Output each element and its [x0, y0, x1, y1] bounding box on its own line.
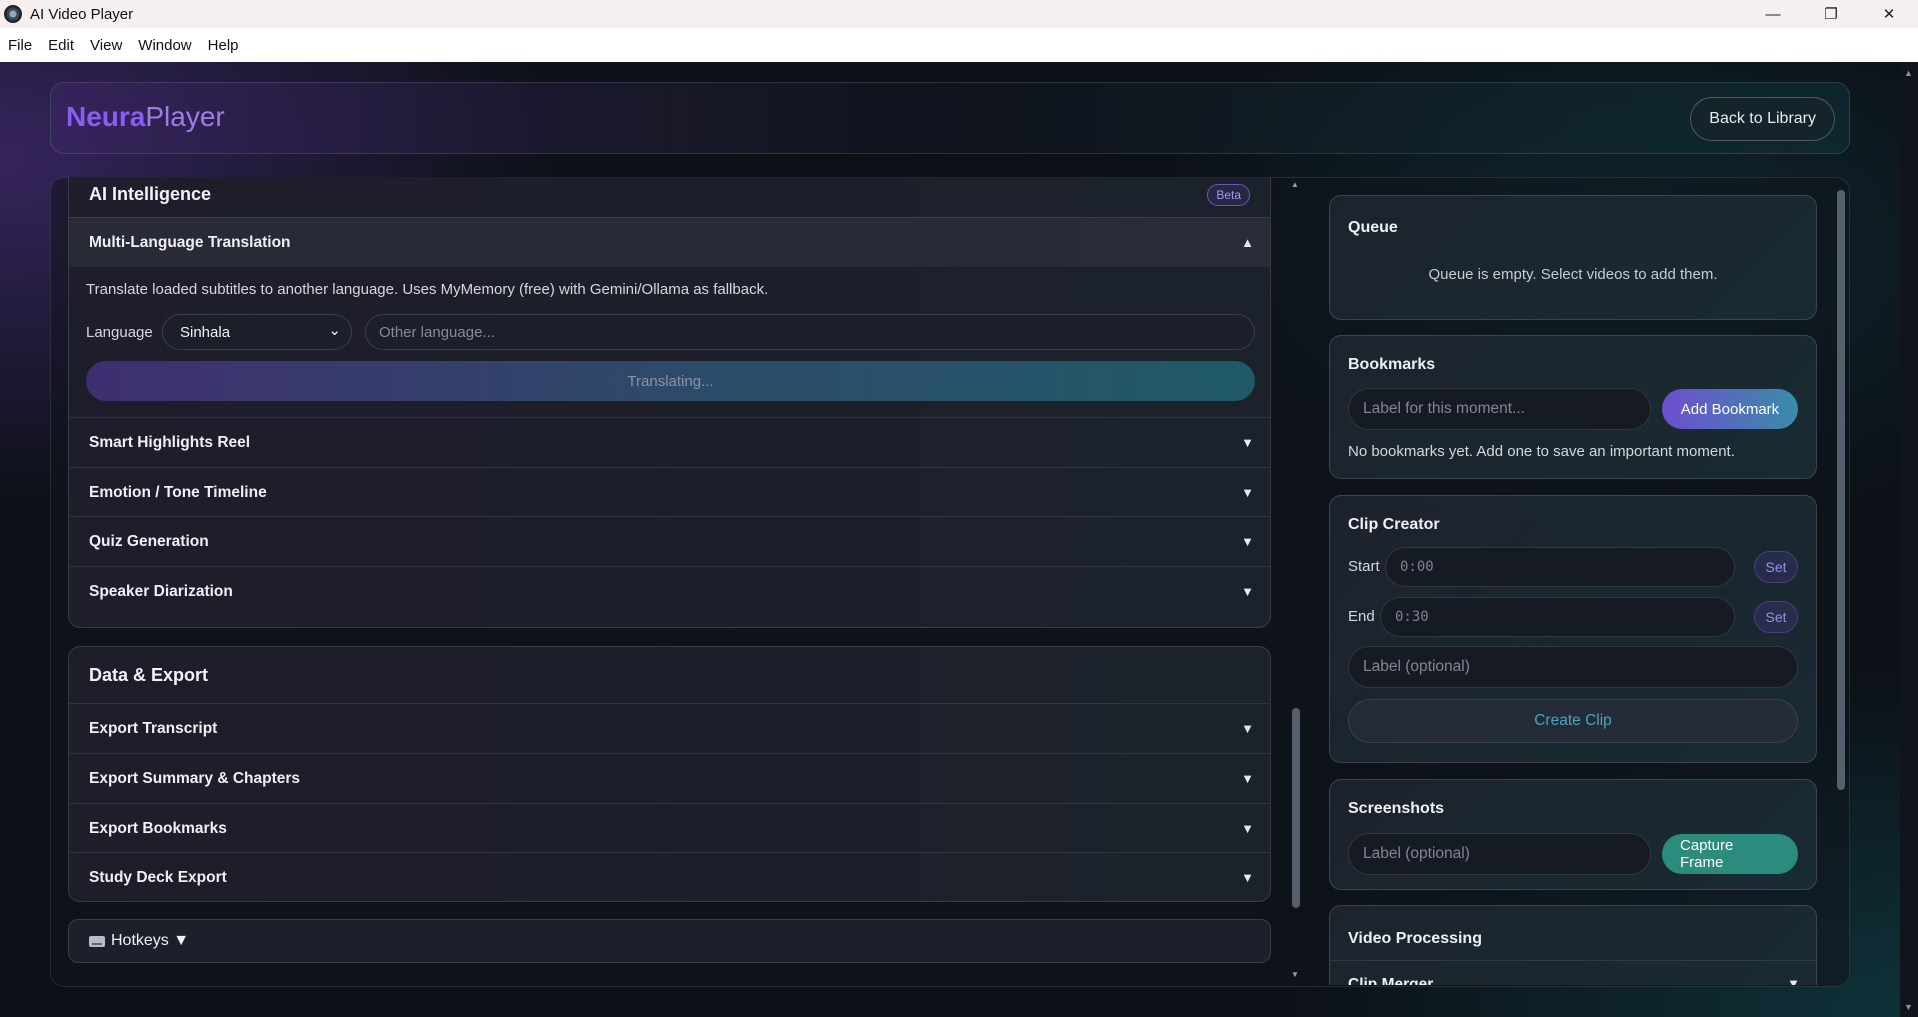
app-icon [4, 5, 22, 23]
ai-intelligence-title: AI Intelligence [89, 184, 212, 204]
start-label: Start [1348, 558, 1380, 575]
scroll-down-icon[interactable]: ▼ [1904, 1002, 1913, 1012]
right-column: Queue Queue is empty. Select videos to a… [1329, 177, 1819, 985]
chevron-down-icon: ▼ [1241, 821, 1254, 836]
queue-empty-text: Queue is empty. Select videos to add the… [1428, 266, 1718, 283]
left-scrollbar-thumb[interactable] [1292, 708, 1300, 908]
queue-title: Queue [1348, 219, 1398, 236]
end-label: End [1348, 608, 1375, 625]
start-time-input[interactable]: 0:00 [1385, 547, 1735, 587]
translation-description: Translate loaded subtitles to another la… [86, 281, 769, 298]
accordion-clip-merger[interactable]: Clip Merger ▼ [1330, 960, 1816, 985]
set-start-button[interactable]: Set [1754, 551, 1798, 583]
bookmarks-title: Bookmarks [1348, 356, 1436, 373]
accordion-multi-language-translation[interactable]: Multi-Language Translation ▲ [69, 217, 1270, 267]
ai-intelligence-card: AI Intelligence Beta Multi-Language Tran… [68, 177, 1271, 628]
language-select[interactable]: Sinhala ⌄ [162, 314, 352, 350]
brand-logo: NeuraPlayer [66, 101, 225, 132]
chevron-up-icon: ▲ [1241, 235, 1254, 250]
language-label: Language [86, 324, 153, 341]
accordion-export-summary-chapters[interactable]: Export Summary & Chapters ▼ [69, 753, 1270, 803]
chevron-down-icon: ▼ [1241, 435, 1254, 450]
chevron-down-icon: ⌄ [328, 322, 341, 339]
bookmarks-card: Bookmarks Label for this moment... Add B… [1329, 335, 1817, 479]
close-button[interactable]: ✕ [1860, 0, 1918, 28]
scroll-up-icon[interactable]: ▲ [1291, 180, 1299, 189]
menu-window[interactable]: Window [138, 37, 191, 54]
clip-creator-card: Clip Creator Start 0:00 Set End 0:30 Set… [1329, 495, 1817, 763]
title-bar: AI Video Player — ❐ ✕ [0, 0, 1918, 28]
chevron-down-icon: ▼ [1241, 584, 1254, 599]
menu-file[interactable]: File [8, 37, 32, 54]
accordion-emotion-tone-timeline[interactable]: Emotion / Tone Timeline ▼ [69, 467, 1270, 517]
hotkeys-toggle[interactable]: Hotkeys ▼ [68, 919, 1271, 963]
accordion-quiz-generation[interactable]: Quiz Generation ▼ [69, 516, 1270, 566]
chevron-down-icon: ▼ [1241, 534, 1254, 549]
window-scrollbar[interactable]: ▲ ▼ [1900, 62, 1918, 1017]
chevron-down-icon: ▼ [1241, 485, 1254, 500]
screenshots-card: Screenshots Label (optional) Capture Fra… [1329, 779, 1817, 890]
maximize-button[interactable]: ❐ [1802, 0, 1860, 28]
video-processing-title: Video Processing [1348, 930, 1482, 947]
scroll-down-icon[interactable]: ▼ [1291, 970, 1299, 979]
chevron-down-icon: ▼ [1241, 870, 1254, 885]
queue-card: Queue Queue is empty. Select videos to a… [1329, 195, 1817, 320]
other-language-input[interactable]: Other language... [365, 314, 1255, 350]
bookmark-label-input[interactable]: Label for this moment... [1348, 388, 1651, 430]
video-processing-card: Video Processing Clip Merger ▼ [1329, 905, 1817, 985]
accordion-speaker-diarization[interactable]: Speaker Diarization ▼ [69, 566, 1270, 616]
set-end-button[interactable]: Set [1754, 601, 1798, 633]
screenshot-label-input[interactable]: Label (optional) [1348, 833, 1651, 875]
menu-view[interactable]: View [90, 37, 122, 54]
right-scrollbar-thumb[interactable] [1837, 190, 1845, 790]
accordion-export-bookmarks[interactable]: Export Bookmarks ▼ [69, 803, 1270, 853]
end-time-input[interactable]: 0:30 [1380, 597, 1735, 637]
menu-edit[interactable]: Edit [48, 37, 74, 54]
menu-help[interactable]: Help [208, 37, 239, 54]
clip-creator-title: Clip Creator [1348, 516, 1440, 533]
left-scrollbar[interactable]: ▲ ▼ [1290, 180, 1302, 984]
accordion-smart-highlights-reel[interactable]: Smart Highlights Reel ▼ [69, 417, 1270, 467]
data-export-title: Data & Export [89, 665, 209, 685]
right-scrollbar[interactable] [1835, 180, 1847, 984]
capture-frame-button[interactable]: Capture Frame [1662, 834, 1798, 874]
minimize-button[interactable]: — [1744, 0, 1802, 28]
beta-badge: Beta [1207, 184, 1250, 206]
chevron-down-icon: ▼ [1241, 721, 1254, 736]
chevron-down-icon: ▼ [173, 932, 190, 949]
window-title: AI Video Player [30, 5, 134, 23]
left-column: AI Intelligence Beta Multi-Language Tran… [68, 177, 1273, 985]
create-clip-button[interactable]: Create Clip [1348, 699, 1798, 743]
menu-bar: File Edit View Window Help [0, 28, 1918, 62]
data-export-card: Data & Export Export Transcript ▼ Export… [68, 646, 1271, 902]
screenshots-title: Screenshots [1348, 800, 1445, 817]
accordion-export-transcript[interactable]: Export Transcript ▼ [69, 703, 1270, 753]
accordion-study-deck-export[interactable]: Study Deck Export ▼ [69, 852, 1270, 901]
scroll-up-icon[interactable]: ▲ [1904, 68, 1913, 78]
window-controls: — ❐ ✕ [1744, 0, 1918, 28]
clip-label-input[interactable]: Label (optional) [1348, 646, 1798, 688]
translate-button[interactable]: Translating... [86, 361, 1255, 401]
chevron-down-icon: ▼ [1787, 976, 1800, 985]
keyboard-icon [89, 935, 105, 947]
add-bookmark-button[interactable]: Add Bookmark [1662, 389, 1798, 429]
bookmarks-empty-text: No bookmarks yet. Add one to save an imp… [1348, 443, 1735, 460]
chevron-down-icon: ▼ [1241, 771, 1254, 786]
back-to-library-button[interactable]: Back to Library [1690, 97, 1835, 141]
app-header: NeuraPlayer Back to Library [50, 82, 1850, 154]
